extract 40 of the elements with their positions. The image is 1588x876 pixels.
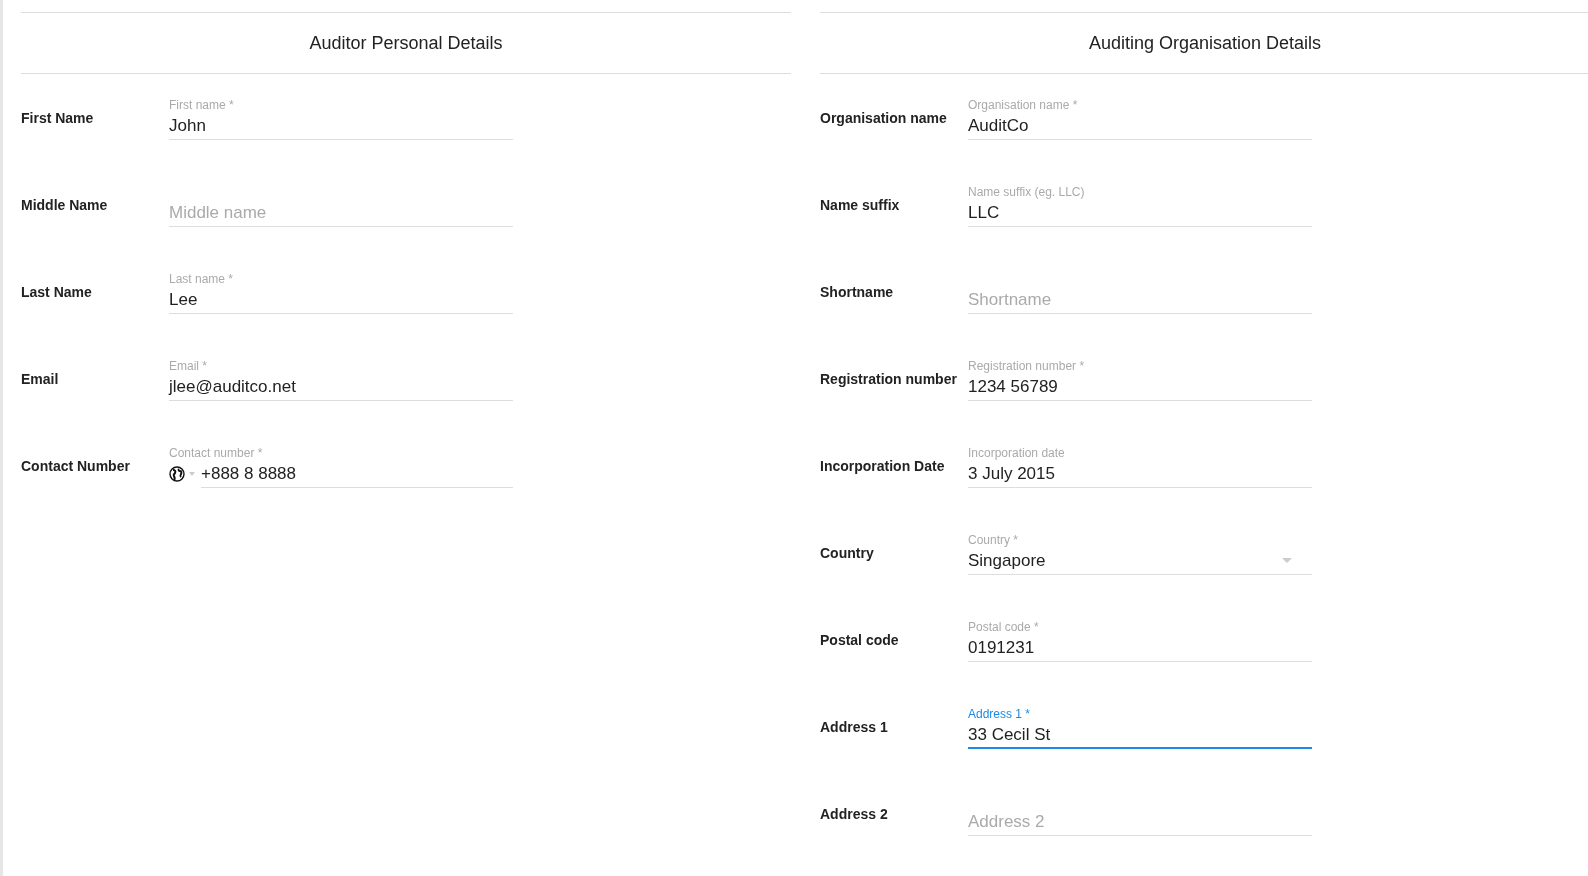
input-field[interactable]: LLC: [968, 201, 1312, 227]
floating-label: Organisation name *: [968, 97, 1078, 112]
globe-icon[interactable]: [169, 465, 185, 482]
field-label: Contact Number: [21, 457, 131, 474]
input-field[interactable]: AuditCo: [968, 114, 1312, 140]
floating-label: First name *: [169, 97, 234, 112]
input-field[interactable]: 33 Cecil St: [968, 723, 1312, 749]
field-label: First Name: [21, 109, 95, 126]
input-field[interactable]: 0191231: [968, 636, 1312, 662]
phone-input-field[interactable]: +888 8 8888: [201, 462, 513, 488]
caret-icon: [1282, 558, 1292, 563]
floating-label: Name suffix (eg. LLC): [968, 184, 1085, 199]
field-label: Registration number: [820, 370, 958, 387]
input-field[interactable]: jlee@auditco.net: [169, 375, 513, 401]
section-title: Auditor Personal Details: [309, 32, 503, 54]
input-field[interactable]: John: [169, 114, 513, 140]
floating-label: Last name *: [169, 271, 234, 286]
field-label: Email: [21, 370, 60, 387]
field-label: Name suffix: [820, 196, 901, 213]
field-label: Organisation name: [820, 109, 948, 126]
floating-label: Email *: [169, 358, 207, 373]
floating-label: Contact number *: [169, 445, 263, 460]
field-label: Address 1: [820, 718, 889, 735]
floating-label: Registration number *: [968, 358, 1085, 373]
input-field[interactable]: 1234 56789: [968, 375, 1312, 401]
country-dropdown[interactable]: Singapore: [968, 549, 1312, 575]
floating-label: Country *: [968, 532, 1019, 547]
field-label: Middle Name: [21, 196, 109, 213]
input-field[interactable]: 3 July 2015: [968, 462, 1312, 488]
field-label: Incorporation Date: [820, 457, 946, 474]
field-label: Address 2: [820, 805, 889, 822]
field-label: Postal code: [820, 631, 900, 648]
floating-label: Incorporation date: [968, 445, 1065, 460]
floating-label: Postal code *: [968, 619, 1039, 634]
field-label: Country: [820, 544, 875, 561]
field-label: Last Name: [21, 283, 93, 300]
input-field[interactable]: Lee: [169, 288, 513, 314]
field-label: Shortname: [820, 283, 895, 300]
section-title: Auditing Organisation Details: [1088, 32, 1322, 54]
floating-label: Address 1 *: [968, 706, 1031, 721]
